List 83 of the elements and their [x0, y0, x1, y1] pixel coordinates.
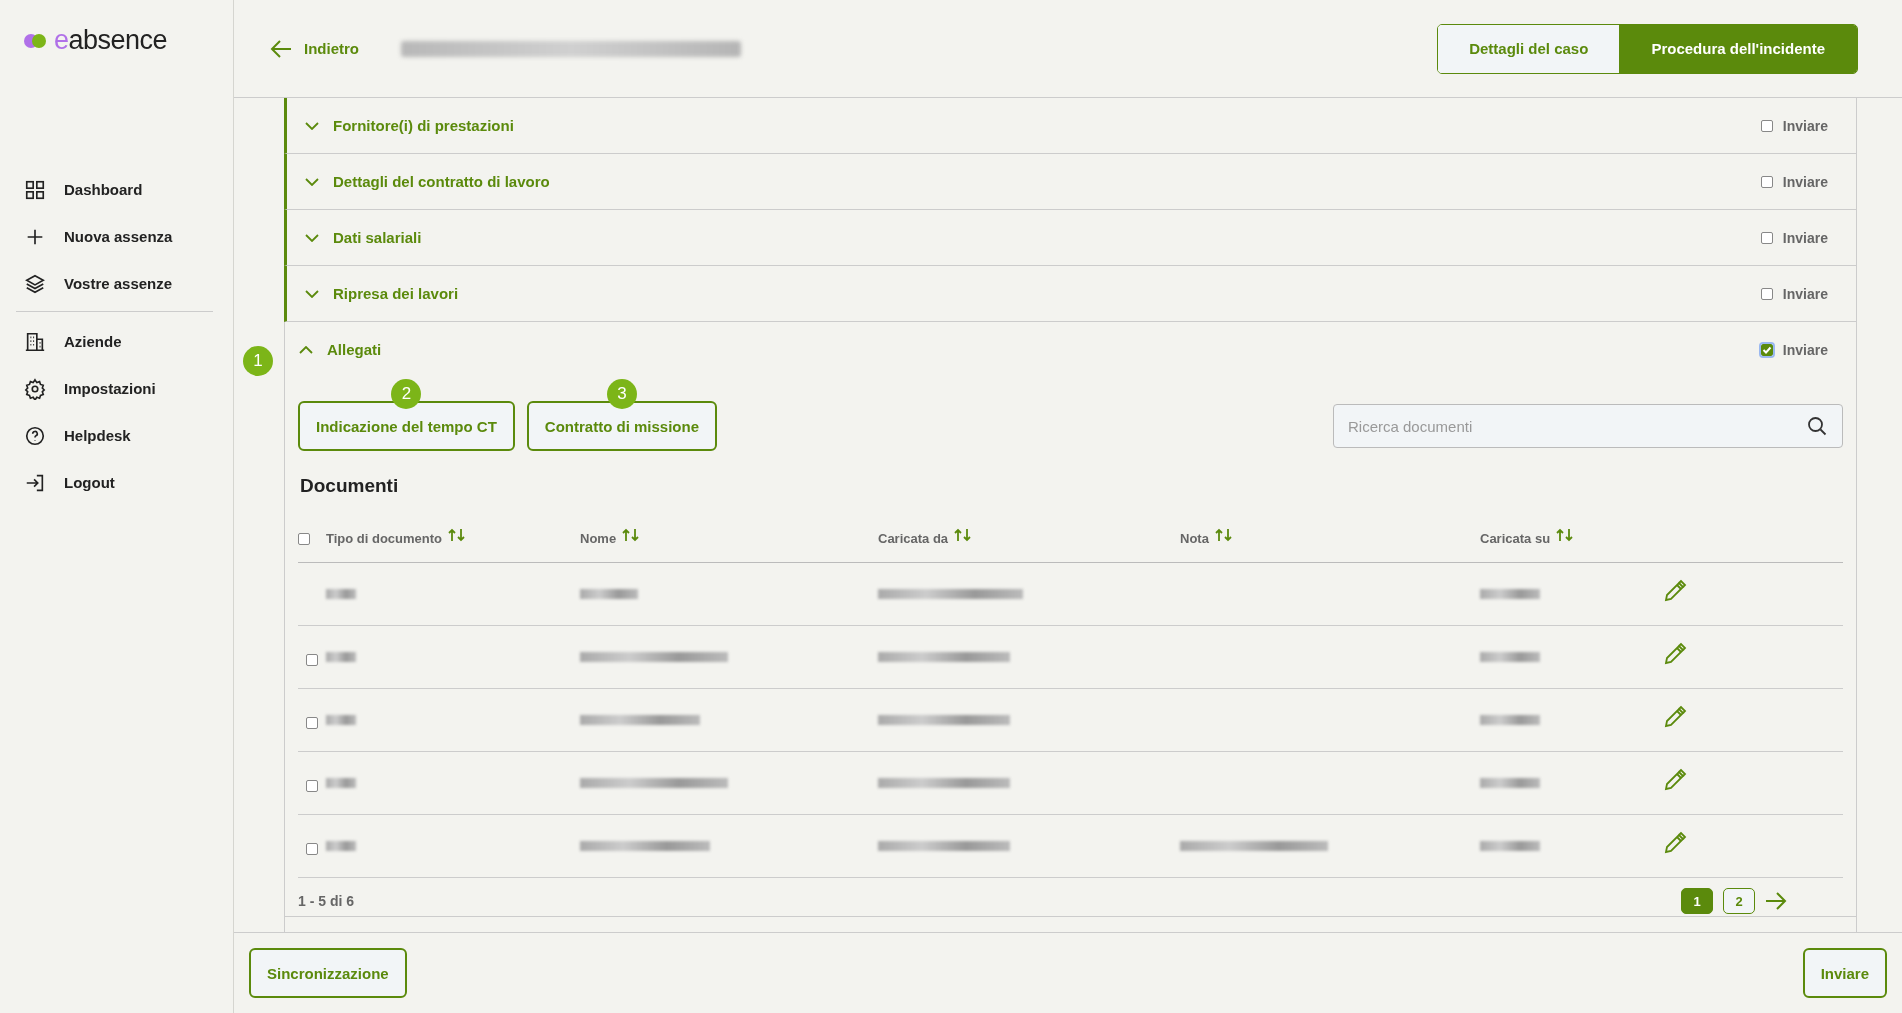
section-title[interactable]: Dati salariali [333, 229, 422, 246]
checkbox[interactable] [306, 780, 318, 792]
column-header[interactable]: Nome [580, 531, 617, 546]
checkbox-label: Inviare [1782, 117, 1828, 134]
redacted-text [326, 778, 356, 788]
chevron-down-icon[interactable] [305, 289, 319, 298]
settings-icon [24, 377, 46, 400]
checkbox[interactable] [298, 532, 310, 545]
redacted-text [326, 841, 356, 851]
sort-icon[interactable] [1214, 527, 1233, 542]
sort-icon[interactable] [622, 527, 641, 542]
chevron-down-icon[interactable] [305, 177, 319, 186]
section-title[interactable]: Dettagli del contratto di lavoro [333, 173, 550, 190]
redacted-text [1480, 841, 1540, 851]
sort-icon[interactable] [448, 527, 467, 542]
step-marker: 1 [243, 346, 273, 376]
layers-icon [24, 272, 46, 295]
section-heading: Documenti [300, 475, 400, 497]
column-header[interactable]: Caricata su [1480, 531, 1551, 546]
column-header[interactable]: Nota [1180, 531, 1209, 546]
tab[interactable]: Procedura dell'incidente [1619, 24, 1857, 73]
chevron-up-icon[interactable] [299, 345, 313, 354]
checkbox[interactable] [1760, 175, 1773, 188]
column-header[interactable]: Tipo di documento [326, 531, 443, 546]
nav-item[interactable]: Dashboard [0, 166, 233, 213]
pencil-icon[interactable] [1663, 768, 1687, 792]
nav-item[interactable]: Vostre assenze [0, 260, 233, 307]
document-button[interactable]: Contratto di missione [526, 401, 718, 451]
checkbox[interactable] [1760, 287, 1773, 300]
checkbox-label: Inviare [1782, 229, 1828, 246]
back-arrow-icon [270, 38, 292, 59]
redacted-text [326, 589, 356, 599]
step-marker: 2 [391, 379, 422, 409]
sort-icon[interactable] [954, 527, 973, 542]
section-title[interactable]: Fornitore(i) di prestazioni [333, 117, 514, 134]
back-link[interactable]: Indietro [264, 37, 365, 60]
nav-item[interactable]: Aziende [16, 318, 213, 365]
logo-text: eabsence [54, 25, 168, 56]
section-title[interactable]: Ripresa dei lavori [333, 285, 459, 302]
checkbox[interactable] [1760, 231, 1773, 244]
logo-icon [24, 33, 46, 48]
send-button[interactable]: Inviare [1802, 948, 1887, 998]
next-arrow-icon[interactable] [1765, 892, 1787, 910]
search-icon [1807, 416, 1827, 436]
redacted-text [1480, 589, 1540, 599]
redacted-text [580, 589, 638, 599]
redacted-text [326, 715, 356, 725]
redacted-text [326, 652, 356, 662]
checkbox-label: Inviare [1782, 341, 1828, 358]
tab[interactable]: Dettagli del caso [1438, 24, 1620, 73]
sync-button[interactable]: Sincronizzazione [249, 948, 407, 998]
step-marker: 3 [606, 379, 637, 409]
column-header[interactable]: Caricata da [878, 531, 949, 546]
redacted-text [1480, 652, 1540, 662]
checkbox[interactable] [306, 654, 318, 666]
checkbox[interactable] [306, 717, 318, 729]
checkbox-label: Inviare [1782, 285, 1828, 302]
checkbox[interactable] [1760, 119, 1773, 132]
pencil-icon[interactable] [1663, 579, 1687, 603]
pencil-icon[interactable] [1663, 831, 1687, 855]
checkbox-label: Inviare [1782, 173, 1828, 190]
pagination-range: 1 - 5 di 6 [298, 893, 355, 909]
nav-item[interactable]: Logout [16, 459, 213, 506]
checkbox[interactable] [306, 843, 318, 855]
page-button[interactable]: 2 [1723, 888, 1755, 914]
grid-icon [24, 178, 46, 201]
nav-item[interactable]: Impostazioni [16, 365, 213, 412]
pencil-icon[interactable] [1663, 642, 1687, 666]
document-button[interactable]: Indicazione del tempo CT [298, 401, 515, 451]
building-icon [24, 330, 46, 353]
pencil-icon[interactable] [1663, 705, 1687, 729]
sort-icon[interactable] [1556, 527, 1575, 542]
chevron-down-icon[interactable] [305, 233, 319, 242]
nav-item[interactable]: Nuova assenza [0, 213, 233, 260]
redacted-text [1480, 778, 1540, 788]
chevron-down-icon[interactable] [305, 121, 319, 130]
page-button[interactable]: 1 [1681, 888, 1713, 914]
search-field[interactable]: Ricerca documenti [1333, 404, 1843, 448]
nav-item[interactable]: Helpdesk [16, 412, 213, 459]
redacted-text [1480, 715, 1540, 725]
section-title[interactable]: Allegati [327, 341, 382, 358]
help-icon [24, 424, 46, 447]
checkbox[interactable] [1760, 343, 1773, 356]
